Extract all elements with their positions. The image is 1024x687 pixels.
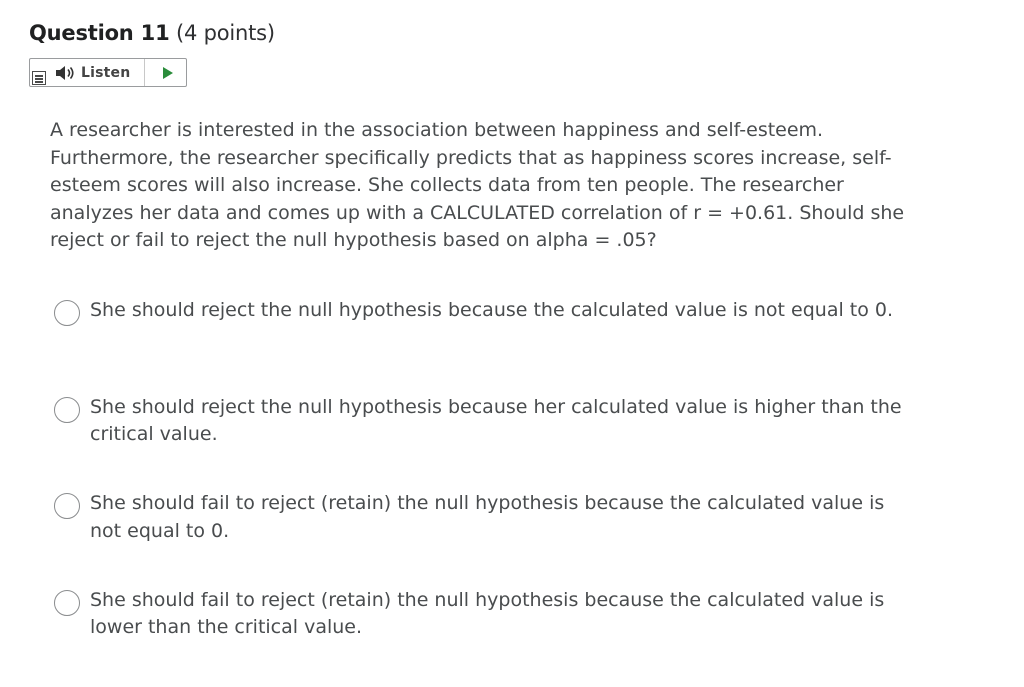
answer-option-label[interactable]: She should fail to reject (retain) the n… <box>90 587 920 642</box>
answer-option-label[interactable]: She should fail to reject (retain) the n… <box>90 490 920 545</box>
answer-option-label[interactable]: She should reject the null hypothesis be… <box>90 394 920 449</box>
answer-option-label[interactable]: She should reject the null hypothesis be… <box>90 297 920 325</box>
read-aloud-toolbar: Listen <box>29 58 187 87</box>
radio-button[interactable] <box>54 589 80 616</box>
answer-option[interactable]: She should fail to reject (retain) the n… <box>52 490 932 587</box>
question-points: (4 points) <box>175 21 275 45</box>
radio-button[interactable] <box>54 396 80 423</box>
listen-label: Listen <box>81 64 131 81</box>
answer-option[interactable]: She should reject the null hypothesis be… <box>52 297 932 394</box>
toolbar-divider <box>144 59 145 86</box>
listen-button[interactable]: Listen <box>54 59 142 86</box>
radio-button[interactable] <box>54 300 80 326</box>
answer-option[interactable]: She should fail to reject (retain) the n… <box>52 587 932 684</box>
question-title: Question 11 <box>29 21 170 45</box>
answer-options: She should reject the null hypothesis be… <box>52 297 932 683</box>
question-header: Question 11 (4 points) <box>29 19 275 47</box>
radio-button[interactable] <box>54 493 80 519</box>
play-button[interactable] <box>152 59 184 86</box>
menu-icon[interactable] <box>32 71 46 85</box>
answer-option[interactable]: She should reject the null hypothesis be… <box>52 394 932 491</box>
question-text: A researcher is interested in the associ… <box>50 119 905 251</box>
speaker-icon <box>56 65 74 80</box>
play-icon <box>163 66 173 79</box>
